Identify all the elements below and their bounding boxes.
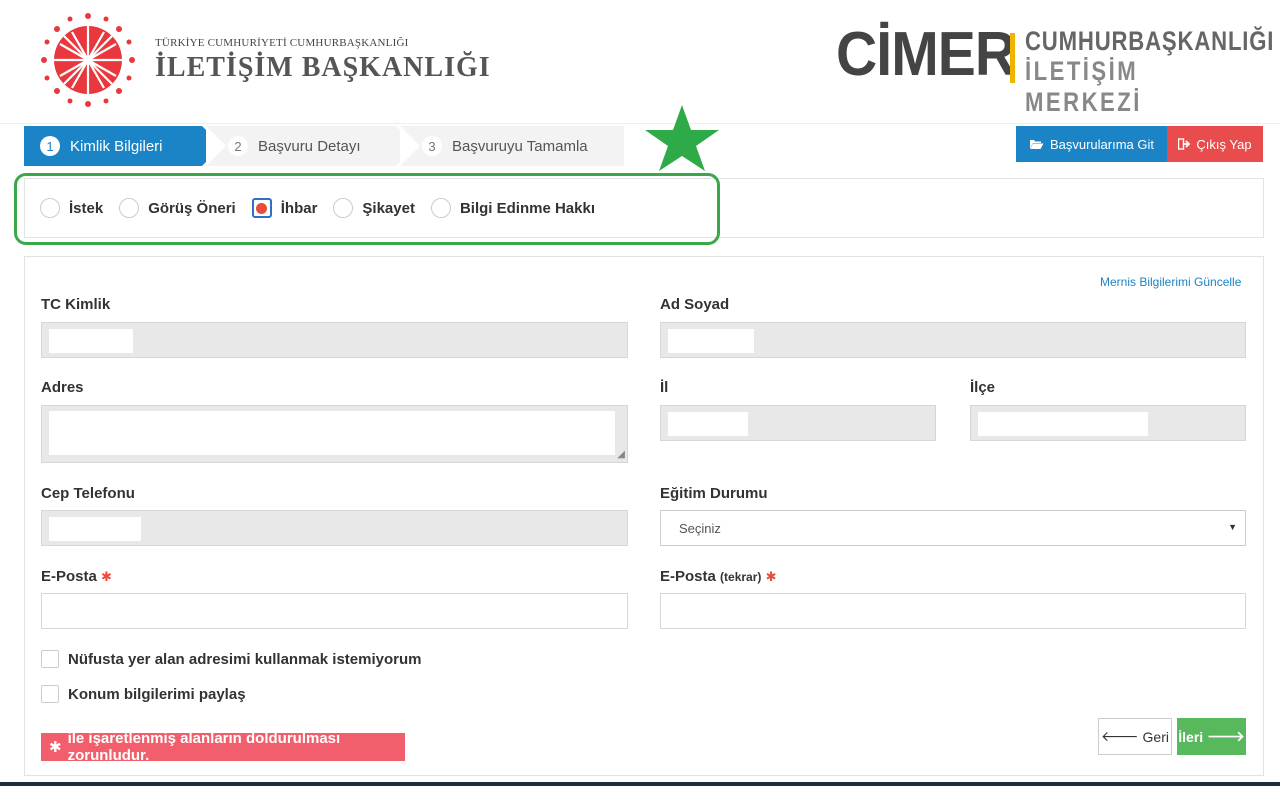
exit-button[interactable]: Çıkış Yap (1167, 126, 1263, 162)
bottom-border (0, 782, 1280, 786)
radio-button[interactable] (430, 198, 451, 218)
education-value: Seçiniz (679, 520, 721, 536)
education-label: Eğitim Durumu (660, 485, 768, 502)
address-label: Adres (41, 379, 84, 396)
checkbox-label: Konum bilgilerimi paylaş (68, 685, 246, 703)
radio-button[interactable] (119, 198, 140, 218)
back-label: Geri (1142, 728, 1169, 745)
city-label: İl (660, 379, 669, 396)
brand-logo: CİMER (836, 20, 1016, 89)
back-button[interactable]: 🡐 Geri (1098, 718, 1172, 755)
folder-open-icon (1029, 140, 1044, 149)
radio-label: İhbar (280, 199, 318, 217)
radio-label: Şikayet (362, 199, 415, 217)
my-applications-button[interactable]: Başvurularıma Git (1016, 126, 1167, 162)
required-asterisk: ✱ (765, 569, 777, 584)
email-repeat-label: E-Posta (tekrar) ✱ (660, 568, 777, 585)
application-type-group: İstek Görüş Öneri İhbar Şikayet Bilgi Ed… (40, 196, 611, 220)
star-icon (645, 105, 719, 171)
step-identity[interactable]: 1 Kimlik Bilgileri (24, 126, 222, 166)
email-label: E-Posta ✱ (41, 568, 112, 585)
radio-label: Bilgi Edinme Hakkı (459, 199, 596, 217)
resize-grip-icon[interactable]: ◢ (617, 449, 625, 460)
radio-button[interactable] (40, 198, 60, 218)
step-number: 3 (422, 136, 442, 156)
checkbox-no-registry-address[interactable]: Nüfusta yer alan adresimi kullanmak iste… (41, 650, 421, 668)
exit-label: Çıkış Yap (1196, 136, 1252, 152)
mernis-update-link[interactable]: Mernis Bilgilerimi Güncelle (1100, 275, 1241, 289)
radio-gorus-oneri[interactable]: Görüş Öneri (119, 198, 236, 218)
district-label: İlçe (970, 379, 996, 396)
my-applications-label: Başvurularıma Git (1049, 136, 1155, 152)
arrow-right-icon: 🡒 (1207, 728, 1245, 744)
radio-label: Görüş Öneri (148, 199, 236, 217)
asterisk-icon: ✱ (49, 739, 62, 756)
radio-button-selected[interactable] (251, 198, 272, 218)
city-field (660, 405, 936, 441)
notice-text: ile işaretlenmiş alanların doldurulması … (67, 730, 341, 764)
sign-out-icon (1178, 138, 1191, 150)
radio-button[interactable] (333, 198, 354, 218)
progress-steps: 1 Kimlik Bilgileri 2 Başvuru Detayı 3 Ba… (24, 126, 624, 166)
checkbox[interactable] (41, 685, 59, 703)
brand-subtitle-1: CUMHURBAŞKANLIĞI (1025, 26, 1275, 56)
checkbox-share-location[interactable]: Konum bilgilerimi paylaş (41, 685, 246, 703)
radio-bilgi-edinme[interactable]: Bilgi Edinme Hakkı (430, 198, 596, 218)
page-header: TÜRKİYE CUMHURİYETİ CUMHURBAŞKANLIĞI İLE… (0, 0, 1280, 124)
phone-field (41, 510, 628, 546)
org-subtitle: TÜRKİYE CUMHURİYETİ CUMHURBAŞKANLIĞI (155, 37, 409, 49)
brand-subtitle-2: İLETİŞİM MERKEZİ (1025, 56, 1142, 117)
step-application-detail[interactable]: 2 Başvuru Detayı (206, 126, 416, 166)
name-field (660, 322, 1246, 358)
checkbox[interactable] (41, 650, 59, 668)
arrow-left-icon: 🡐 (1101, 728, 1139, 744)
radio-istek[interactable]: İstek (40, 198, 103, 218)
phone-label: Cep Telefonu (41, 485, 135, 502)
radio-label: İstek (69, 199, 104, 217)
district-field (970, 405, 1246, 441)
radio-sikayet[interactable]: Şikayet (333, 198, 415, 218)
step-label: Başvuru Detayı (258, 137, 361, 155)
step-number: 1 (40, 136, 60, 156)
brand-divider (1010, 33, 1015, 83)
step-label: Kimlik Bilgileri (70, 137, 163, 155)
step-number: 2 (228, 136, 248, 156)
next-button[interactable]: İleri 🡒 (1177, 718, 1246, 755)
state-emblem-icon (41, 13, 135, 107)
checkbox-label: Nüfusta yer alan adresimi kullanmak iste… (68, 650, 422, 668)
address-field[interactable]: ◢ (41, 405, 628, 463)
required-fields-notice: ✱ ile işaretlenmiş alanların doldurulmas… (41, 730, 405, 764)
caret-down-icon: ▼ (1228, 522, 1237, 532)
tc-field (41, 322, 628, 358)
radio-ihbar[interactable]: İhbar (251, 198, 318, 218)
required-asterisk: ✱ (101, 569, 112, 584)
tc-label: TC Kimlik (41, 296, 111, 313)
education-select[interactable]: Seçiniz ▼ (660, 510, 1246, 546)
email-repeat-input[interactable] (660, 593, 1246, 629)
email-input[interactable] (41, 593, 628, 629)
step-label: Başvuruyu Tamamla (452, 137, 588, 155)
org-title: İLETİŞİM BAŞKANLIĞI (155, 52, 491, 83)
step-complete[interactable]: 3 Başvuruyu Tamamla (400, 126, 624, 166)
name-label: Ad Soyad (660, 296, 730, 313)
next-label: İleri (1178, 728, 1204, 745)
